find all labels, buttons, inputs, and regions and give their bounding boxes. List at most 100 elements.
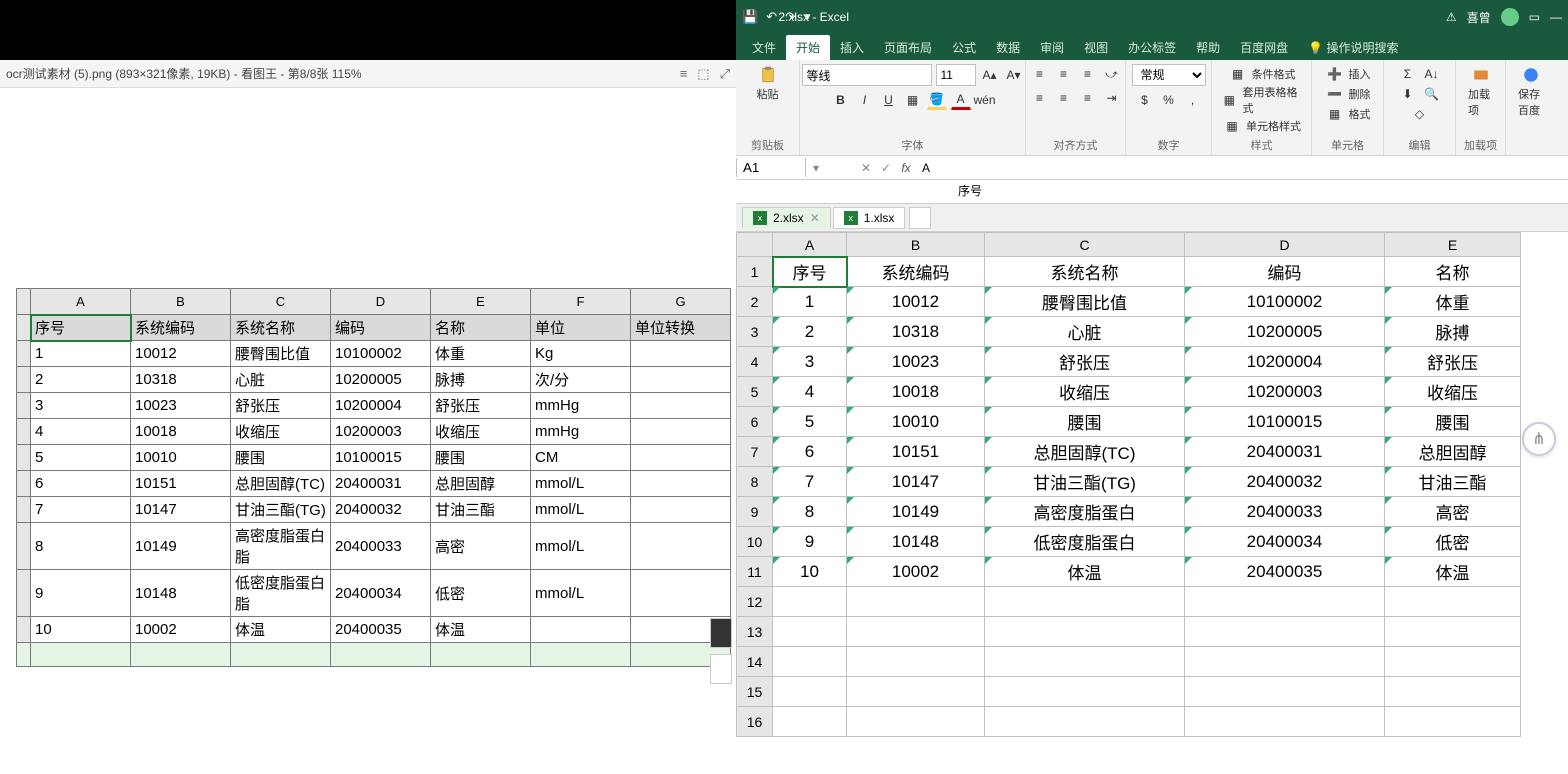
close-tab-icon[interactable]: ✕ — [810, 211, 820, 225]
format-button[interactable]: ▦格式 — [1325, 104, 1371, 124]
row-header[interactable]: 8 — [737, 467, 773, 497]
cell[interactable]: 腰围 — [985, 407, 1185, 437]
cell[interactable] — [1385, 647, 1521, 677]
user-name[interactable]: 喜曾 — [1467, 9, 1491, 26]
decrease-font-icon[interactable]: A▾ — [1004, 65, 1024, 85]
row-header[interactable]: 2 — [737, 287, 773, 317]
cell[interactable]: 10147 — [847, 467, 985, 497]
phonetic-button[interactable]: wén — [975, 90, 995, 110]
sort-filter-icon[interactable]: A↓ — [1422, 64, 1442, 84]
cell[interactable]: 舒张压 — [985, 347, 1185, 377]
align-top-icon[interactable]: ≡ — [1030, 64, 1050, 84]
cell[interactable] — [1385, 617, 1521, 647]
cell[interactable] — [773, 707, 847, 737]
font-color-button[interactable]: A — [951, 90, 971, 110]
cell[interactable]: 系统名称 — [985, 257, 1185, 287]
cell[interactable]: 收缩压 — [985, 377, 1185, 407]
column-header-E[interactable]: E — [1385, 233, 1521, 257]
cell[interactable]: 名称 — [1385, 257, 1521, 287]
row-header[interactable]: 5 — [737, 377, 773, 407]
cell[interactable]: 10151 — [847, 437, 985, 467]
row-header[interactable]: 9 — [737, 497, 773, 527]
cell[interactable] — [1185, 677, 1385, 707]
cell[interactable] — [847, 587, 985, 617]
row-header[interactable]: 12 — [737, 587, 773, 617]
column-header-C[interactable]: C — [985, 233, 1185, 257]
cell[interactable]: 10018 — [847, 377, 985, 407]
row-header[interactable]: 11 — [737, 557, 773, 587]
cell[interactable]: 体温 — [1385, 557, 1521, 587]
ribbon-tab-办公标签[interactable]: 办公标签 — [1118, 35, 1186, 60]
ribbon-tab-视图[interactable]: 视图 — [1074, 35, 1118, 60]
align-middle-icon[interactable]: ≡ — [1054, 64, 1074, 84]
cell[interactable] — [847, 707, 985, 737]
workbook-tab-2xlsx[interactable]: x 2.xlsx ✕ — [742, 207, 831, 229]
row-header[interactable]: 14 — [737, 647, 773, 677]
cell[interactable]: 10010 — [847, 407, 985, 437]
enter-icon[interactable]: ✓ — [876, 161, 896, 175]
ribbon-tab-公式[interactable]: 公式 — [942, 35, 986, 60]
row-header[interactable]: 16 — [737, 707, 773, 737]
cell[interactable] — [847, 677, 985, 707]
cell[interactable] — [773, 677, 847, 707]
align-left-icon[interactable]: ≡ — [1030, 88, 1050, 108]
cell[interactable]: 舒张压 — [1385, 347, 1521, 377]
formula-bar[interactable]: A — [916, 159, 1568, 177]
cell[interactable] — [1385, 677, 1521, 707]
paste-button[interactable]: 粘贴 — [753, 64, 783, 104]
cell[interactable]: 10023 — [847, 347, 985, 377]
menu-icon[interactable]: ≡ — [680, 66, 688, 81]
align-right-icon[interactable]: ≡ — [1078, 88, 1098, 108]
row-header[interactable]: 13 — [737, 617, 773, 647]
cell[interactable] — [1185, 647, 1385, 677]
cell[interactable]: 甘油三酯 — [1385, 467, 1521, 497]
column-header-A[interactable]: A — [773, 233, 847, 257]
cell[interactable]: 10149 — [847, 497, 985, 527]
undo-icon[interactable]: ↶ — [766, 9, 777, 25]
baidu-save-button[interactable]: 保存百度 — [1514, 64, 1548, 120]
cell[interactable]: 10012 — [847, 287, 985, 317]
spreadsheet-grid[interactable]: ABCDE 1序号系统编码系统名称编码名称2110012腰臀围比值1010000… — [736, 232, 1568, 774]
ribbon-tab-页面布局[interactable]: 页面布局 — [874, 35, 942, 60]
cell[interactable]: 4 — [773, 377, 847, 407]
row-header[interactable]: 3 — [737, 317, 773, 347]
cell[interactable]: 10100002 — [1185, 287, 1385, 317]
comma-icon[interactable]: , — [1183, 90, 1203, 110]
cell[interactable]: 10200005 — [1185, 317, 1385, 347]
clear-icon[interactable]: ◇ — [1410, 104, 1430, 124]
cell[interactable]: 6 — [773, 437, 847, 467]
row-header[interactable]: 10 — [737, 527, 773, 557]
table-format-button[interactable]: ▦套用表格格式 — [1220, 84, 1303, 116]
cell[interactable]: 总胆固醇(TC) — [985, 437, 1185, 467]
cell[interactable]: 5 — [773, 407, 847, 437]
row-header[interactable]: 7 — [737, 437, 773, 467]
cell[interactable]: 20400031 — [1185, 437, 1385, 467]
cell[interactable]: 10 — [773, 557, 847, 587]
cell[interactable] — [985, 707, 1185, 737]
currency-icon[interactable]: $ — [1135, 90, 1155, 110]
row-header[interactable]: 1 — [737, 257, 773, 287]
cell[interactable]: 脉搏 — [1385, 317, 1521, 347]
cell[interactable]: 10148 — [847, 527, 985, 557]
ribbon-tab-审阅[interactable]: 审阅 — [1030, 35, 1074, 60]
cell[interactable]: 20400032 — [1185, 467, 1385, 497]
cell[interactable]: 1 — [773, 287, 847, 317]
cell[interactable]: 10002 — [847, 557, 985, 587]
font-name-select[interactable] — [802, 64, 932, 86]
cell[interactable] — [1385, 707, 1521, 737]
ribbon-mode-icon[interactable]: ▭ — [1529, 10, 1540, 24]
cell[interactable]: 腰围 — [1385, 407, 1521, 437]
ribbon-tab-开始[interactable]: 开始 — [786, 35, 830, 60]
cell[interactable]: 心脏 — [985, 317, 1185, 347]
bold-button[interactable]: B — [831, 90, 851, 110]
align-bottom-icon[interactable]: ≡ — [1078, 64, 1098, 84]
cell[interactable]: 体重 — [1385, 287, 1521, 317]
cell[interactable] — [985, 617, 1185, 647]
percent-icon[interactable]: % — [1159, 90, 1179, 110]
cell[interactable] — [1185, 587, 1385, 617]
cell[interactable] — [985, 587, 1185, 617]
fx-icon[interactable]: fx — [896, 161, 916, 175]
conditional-format-button[interactable]: ▦条件格式 — [1228, 64, 1296, 84]
window-icon[interactable]: ⬚ — [697, 66, 709, 82]
cell[interactable]: 收缩压 — [1385, 377, 1521, 407]
